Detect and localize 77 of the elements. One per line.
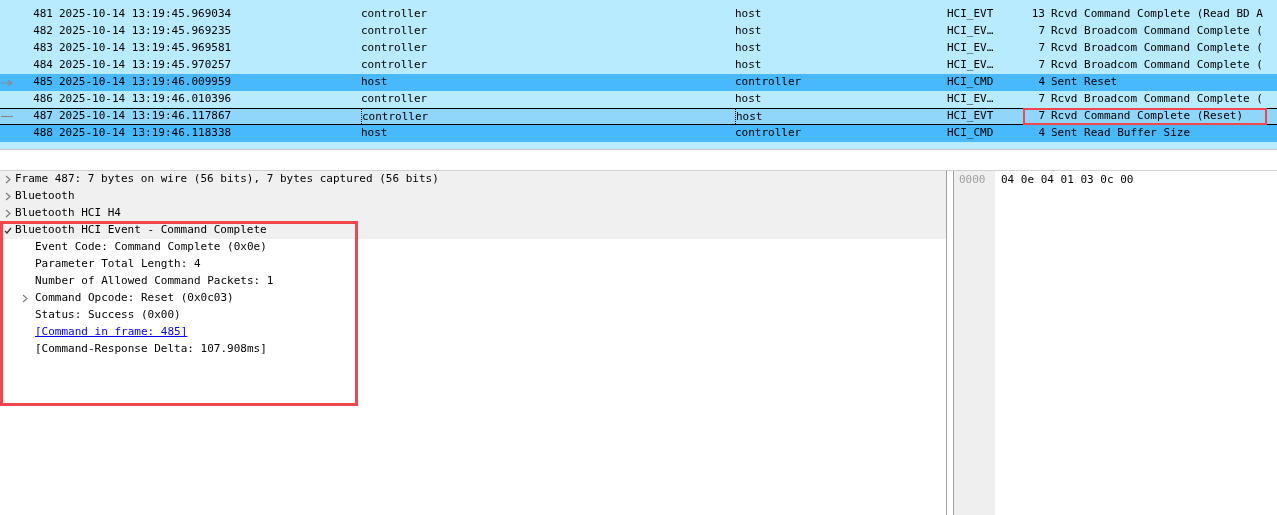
length-cell-text: 7	[1037, 108, 1045, 125]
tree-item: Event Code: Command Complete (0x0e)	[35, 239, 267, 256]
packet-row[interactable]: 488 2025-10-14 13:19:46.118338 host controller HCI_CMD 4 Sent Read Buffer Size	[0, 125, 1277, 142]
destination-cell-text: host	[735, 40, 763, 57]
length-cell-text: 4	[1037, 74, 1045, 91]
timestamp-cell-text: 2025-10-14 13:19:46.118338	[58, 125, 233, 142]
protocol-cell-text: HCI_CMD	[947, 125, 995, 142]
protocol-cell-text: HCI_CMD	[947, 74, 995, 91]
timestamp-cell-text: 2025-10-14 13:19:45.969034	[58, 6, 233, 23]
destination-cell-text: controller	[735, 125, 803, 142]
destination-cell-text: host	[735, 6, 763, 23]
destination-cell-text: host	[735, 23, 763, 40]
info-cell-text: Sent Read Buffer Size	[1050, 125, 1191, 142]
tree-item[interactable]: Bluetooth HCI H4	[15, 205, 121, 222]
chevron-icon[interactable]	[4, 175, 11, 184]
tree-item[interactable]: Command Opcode: Reset (0x0c03)	[35, 290, 234, 307]
tree-item: Status: Success (0x00)	[35, 307, 181, 324]
tree-item: [Command-Response Delta: 107.908ms]	[35, 341, 267, 358]
packet-row[interactable]: 485 2025-10-14 13:19:46.009959 host controller HCI_CMD 4 Sent Reset	[0, 74, 1277, 91]
info-cell-text: Sent Reset	[1050, 74, 1118, 91]
info-cell-text: Rcvd Command Complete (Reset)	[1050, 108, 1244, 125]
length-cell-text: 7	[1037, 91, 1045, 108]
packet-number: 482	[32, 23, 53, 40]
source-cell-text: controller	[361, 57, 429, 74]
destination-cell-text: host	[735, 57, 763, 74]
timestamp-cell-text: 2025-10-14 13:19:46.010396	[58, 91, 233, 108]
timestamp-cell-text: 2025-10-14 13:19:45.970257	[58, 57, 233, 74]
offset-label: 0000	[959, 173, 986, 186]
arrow-icon	[0, 79, 14, 86]
length-cell-text: 4	[1037, 125, 1045, 142]
chevron-icon[interactable]	[4, 209, 11, 218]
protocol-cell-text: HCI_EV…	[947, 57, 995, 74]
packet-number: 484	[32, 57, 53, 74]
source-cell-text: controller	[361, 40, 429, 57]
info-cell-text: Rcvd Broadcom Command Complete (	[1050, 23, 1263, 40]
protocol-cell-text: HCI_EVT	[947, 6, 995, 23]
tree-item[interactable]: Bluetooth	[15, 188, 75, 205]
destination-cell: host	[735, 109, 947, 124]
chevron-icon[interactable]	[4, 192, 11, 201]
protocol-cell-text: HCI_EV…	[947, 23, 995, 40]
info-cell-text: Rcvd Broadcom Command Complete (	[1050, 57, 1263, 74]
packet-number: 487	[32, 108, 53, 125]
info-cell-text: Rcvd Broadcom Command Complete (	[1050, 40, 1263, 57]
packet-number: 488	[32, 125, 53, 142]
packet-row[interactable]: 487 2025-10-14 13:19:46.117867 controller host HCI_EVT 7 Rcvd Command Complete (Reset)	[0, 108, 1277, 125]
length-cell-text: 13	[1030, 6, 1045, 23]
hex-bytes: 04 0e 04 01 03 0c 00	[1001, 173, 1134, 186]
source-cell-text: controller	[361, 6, 429, 23]
protocol-cell-text: HCI_EV…	[947, 40, 995, 57]
checkmark-icon[interactable]	[3, 226, 12, 235]
length-cell-text: 7	[1037, 23, 1045, 40]
protocol-cell-text: HCI_EVT	[947, 108, 995, 125]
info-cell-text: Rcvd Command Complete (Read BD A	[1050, 6, 1263, 23]
source-cell-text: controller	[361, 23, 429, 40]
tree-item: Number of Allowed Command Packets: 1	[35, 273, 274, 290]
timestamp-cell-text: 2025-10-14 13:19:45.969581	[58, 40, 233, 57]
chevron-icon[interactable]	[22, 294, 28, 303]
timestamp-cell-text: 2025-10-14 13:19:46.117867	[58, 108, 233, 125]
source-cell-text: controller	[361, 91, 429, 108]
source-cell-text: host	[361, 74, 389, 91]
packet-number: 483	[32, 40, 53, 57]
tree-item: Parameter Total Length: 4	[35, 256, 201, 273]
timestamp-cell-text: 2025-10-14 13:19:46.009959	[58, 74, 233, 91]
packet-number: 485	[32, 74, 53, 91]
destination-cell-text: controller	[735, 74, 803, 91]
length-cell-text: 7	[1037, 57, 1045, 74]
packet-number: 486	[32, 91, 53, 108]
info-cell-text: Rcvd Broadcom Command Complete (	[1050, 91, 1263, 108]
frame-link[interactable]: [Command in frame: 485]	[35, 324, 188, 341]
length-cell-text: 7	[1037, 40, 1045, 57]
packet-number: 481	[32, 6, 53, 23]
source-cell: controller	[361, 109, 735, 124]
destination-cell-text: host	[735, 91, 763, 108]
timestamp-cell-text: 2025-10-14 13:19:45.969235	[58, 23, 233, 40]
dash-icon	[0, 115, 14, 118]
protocol-cell-text: HCI_EV…	[947, 91, 995, 108]
source-cell-text: host	[361, 125, 389, 142]
